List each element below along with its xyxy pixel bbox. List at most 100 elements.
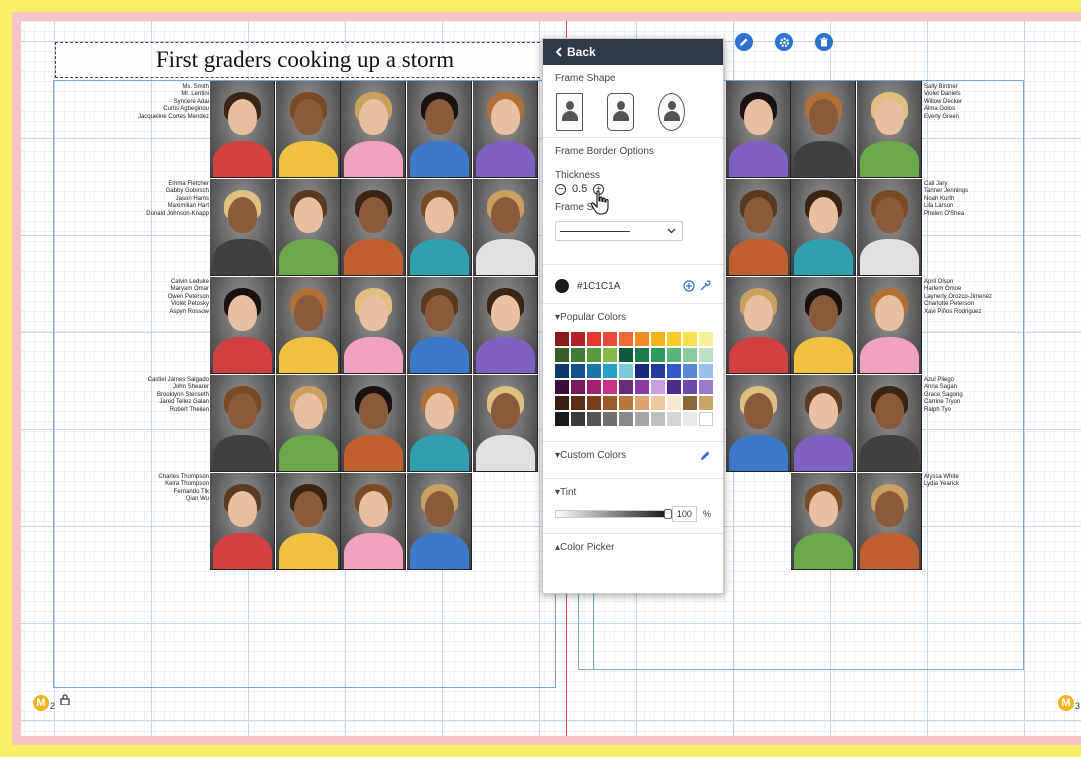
- color-swatch[interactable]: [651, 332, 665, 346]
- student-portrait[interactable]: [857, 179, 922, 276]
- student-portrait[interactable]: [407, 375, 472, 472]
- color-swatch[interactable]: [699, 332, 713, 346]
- custom-colors-toggle[interactable]: ▾Custom Colors: [555, 450, 711, 461]
- student-portrait[interactable]: [857, 473, 922, 570]
- color-swatch[interactable]: [619, 348, 633, 362]
- color-swatch[interactable]: [555, 332, 569, 346]
- color-swatch[interactable]: [635, 348, 649, 362]
- color-swatch[interactable]: [667, 380, 681, 394]
- student-portrait[interactable]: [407, 277, 472, 374]
- student-portrait[interactable]: [407, 179, 472, 276]
- student-portrait[interactable]: [791, 473, 856, 570]
- student-portrait[interactable]: [341, 277, 406, 374]
- color-swatch[interactable]: [555, 348, 569, 362]
- edit-button[interactable]: [735, 33, 753, 51]
- color-picker-toggle[interactable]: ▴Color Picker: [555, 542, 711, 553]
- color-swatch[interactable]: [603, 364, 617, 378]
- color-swatch[interactable]: [699, 380, 713, 394]
- color-swatch[interactable]: [667, 412, 681, 426]
- color-swatch[interactable]: [667, 396, 681, 410]
- decrease-thickness-button[interactable]: −: [555, 183, 566, 195]
- color-swatch[interactable]: [651, 412, 665, 426]
- student-portrait[interactable]: [473, 277, 538, 374]
- color-swatch[interactable]: [555, 396, 569, 410]
- student-portrait[interactable]: [726, 81, 791, 178]
- eyedropper-icon[interactable]: [699, 280, 711, 292]
- student-portrait[interactable]: [791, 277, 856, 374]
- student-portrait[interactable]: [210, 375, 275, 472]
- color-swatch[interactable]: [571, 380, 585, 394]
- student-portrait[interactable]: [276, 179, 341, 276]
- color-hex-value[interactable]: #1C1C1A: [577, 281, 679, 292]
- color-swatch[interactable]: [587, 332, 601, 346]
- color-swatch[interactable]: [571, 348, 585, 362]
- student-portrait[interactable]: [276, 81, 341, 178]
- student-portrait[interactable]: [473, 179, 538, 276]
- student-portrait[interactable]: [726, 277, 791, 374]
- color-swatch[interactable]: [587, 396, 601, 410]
- student-portrait[interactable]: [341, 81, 406, 178]
- color-swatch[interactable]: [699, 412, 713, 426]
- pencil-icon[interactable]: [700, 450, 711, 461]
- tint-input[interactable]: 100: [671, 506, 697, 522]
- color-swatch[interactable]: [619, 380, 633, 394]
- student-portrait[interactable]: [341, 179, 406, 276]
- color-swatch[interactable]: [699, 396, 713, 410]
- color-swatch[interactable]: [603, 396, 617, 410]
- color-swatch[interactable]: [635, 380, 649, 394]
- frame-shape-rounded[interactable]: [607, 93, 634, 131]
- student-portrait[interactable]: [407, 473, 472, 570]
- color-swatch[interactable]: [555, 364, 569, 378]
- color-swatch[interactable]: [587, 380, 601, 394]
- title-text-box[interactable]: First graders cooking up a storm: [55, 42, 555, 78]
- student-portrait[interactable]: [857, 375, 922, 472]
- student-portrait[interactable]: [857, 277, 922, 374]
- student-portrait[interactable]: [210, 473, 275, 570]
- student-portrait[interactable]: [210, 277, 275, 374]
- color-swatch[interactable]: [683, 412, 697, 426]
- color-swatch[interactable]: [683, 332, 697, 346]
- frame-style-select[interactable]: [555, 221, 683, 241]
- color-swatch[interactable]: [667, 364, 681, 378]
- color-swatch[interactable]: [651, 364, 665, 378]
- color-swatch[interactable]: [587, 364, 601, 378]
- color-swatch[interactable]: [651, 348, 665, 362]
- popular-colors-toggle[interactable]: ▾Popular Colors: [555, 312, 711, 323]
- color-swatch[interactable]: [699, 364, 713, 378]
- student-portrait[interactable]: [726, 375, 791, 472]
- frame-shape-oval[interactable]: [658, 93, 685, 131]
- back-button[interactable]: Back: [543, 39, 723, 65]
- color-swatch[interactable]: [571, 412, 585, 426]
- color-swatch[interactable]: [619, 396, 633, 410]
- page-marker-left[interactable]: M: [33, 695, 49, 711]
- color-swatch[interactable]: [619, 332, 633, 346]
- color-swatch[interactable]: [651, 380, 665, 394]
- student-portrait[interactable]: [276, 375, 341, 472]
- color-swatch[interactable]: [683, 364, 697, 378]
- student-portrait[interactable]: [791, 81, 856, 178]
- color-swatch[interactable]: [635, 396, 649, 410]
- student-portrait[interactable]: [210, 81, 275, 178]
- tint-slider-handle[interactable]: [664, 509, 672, 519]
- student-portrait[interactable]: [341, 375, 406, 472]
- student-portrait[interactable]: [473, 81, 538, 178]
- selected-color-swatch[interactable]: [555, 279, 569, 293]
- student-portrait[interactable]: [407, 81, 472, 178]
- add-color-icon[interactable]: [683, 280, 695, 292]
- color-swatch[interactable]: [635, 332, 649, 346]
- student-portrait[interactable]: [276, 473, 341, 570]
- color-swatch[interactable]: [571, 396, 585, 410]
- color-swatch[interactable]: [571, 364, 585, 378]
- tint-slider[interactable]: [555, 509, 672, 519]
- student-portrait[interactable]: [276, 277, 341, 374]
- color-swatch[interactable]: [619, 412, 633, 426]
- color-swatch[interactable]: [555, 380, 569, 394]
- color-swatch[interactable]: [683, 380, 697, 394]
- color-swatch[interactable]: [587, 348, 601, 362]
- color-swatch[interactable]: [683, 348, 697, 362]
- color-swatch[interactable]: [603, 332, 617, 346]
- student-portrait[interactable]: [791, 179, 856, 276]
- color-swatch[interactable]: [667, 332, 681, 346]
- color-swatch[interactable]: [587, 412, 601, 426]
- color-swatch[interactable]: [571, 332, 585, 346]
